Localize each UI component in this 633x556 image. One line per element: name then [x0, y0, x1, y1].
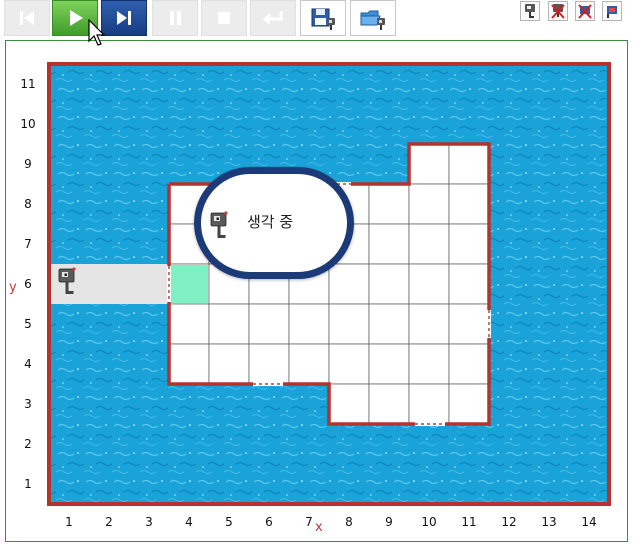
floppy-robot-icon [311, 8, 335, 30]
y-tick-label: 8 [24, 197, 32, 211]
x-tick-label: 7 [305, 515, 313, 529]
x-tick-label: 11 [461, 515, 477, 529]
stop-button[interactable] [201, 0, 247, 36]
y-tick-label: 1 [24, 477, 32, 491]
workspace-panel [5, 40, 628, 542]
y-tick-label: 9 [24, 157, 32, 171]
robot-in-bubble-icon [210, 210, 229, 239]
save-robot-button[interactable] [300, 0, 346, 36]
x-tick-label: 1 [65, 515, 73, 529]
y-tick-label: 10 [20, 117, 36, 131]
play-icon [70, 10, 83, 26]
y-tick-label: 11 [20, 77, 36, 91]
x-tick-label: 5 [225, 515, 233, 529]
flag-delete-icon[interactable] [575, 1, 595, 21]
y-tick-label: 6 [24, 277, 32, 291]
skip-back-button[interactable] [4, 0, 50, 36]
x-tick-label: 3 [145, 515, 153, 529]
x-tick-label: 13 [541, 515, 557, 529]
y-tick-label: 4 [24, 357, 32, 371]
thinking-text: 생각 중 [247, 213, 294, 231]
robot-delete-icon[interactable] [548, 1, 568, 21]
pause-icon [170, 11, 181, 25]
stop-icon [218, 12, 230, 24]
x-tick-label: 6 [265, 515, 273, 529]
skip-back-icon [20, 11, 34, 25]
x-tick-label: 2 [105, 515, 113, 529]
robot-icon[interactable] [520, 1, 540, 21]
y-tick-label: 5 [24, 317, 32, 331]
y-axis-name: y [9, 280, 17, 295]
folder-robot-icon [360, 10, 385, 30]
flag-icon[interactable] [602, 1, 622, 21]
x-tick-label: 9 [385, 515, 393, 529]
x-tick-label: 14 [581, 515, 597, 529]
pause-button[interactable] [152, 0, 198, 36]
x-tick-label: 4 [185, 515, 193, 529]
x-tick-label: 10 [421, 515, 437, 529]
x-tick-label: 12 [501, 515, 517, 529]
mouse-cursor-icon [88, 19, 106, 46]
y-tick-label: 3 [24, 397, 32, 411]
y-tick-label: 2 [24, 437, 32, 451]
return-button[interactable] [250, 0, 296, 36]
return-icon [263, 11, 283, 25]
x-axis-name: x [315, 520, 323, 535]
x-tick-label: 8 [345, 515, 353, 529]
open-robot-button[interactable] [350, 0, 396, 36]
y-tick-label: 7 [24, 237, 32, 251]
step-forward-icon [117, 11, 131, 25]
